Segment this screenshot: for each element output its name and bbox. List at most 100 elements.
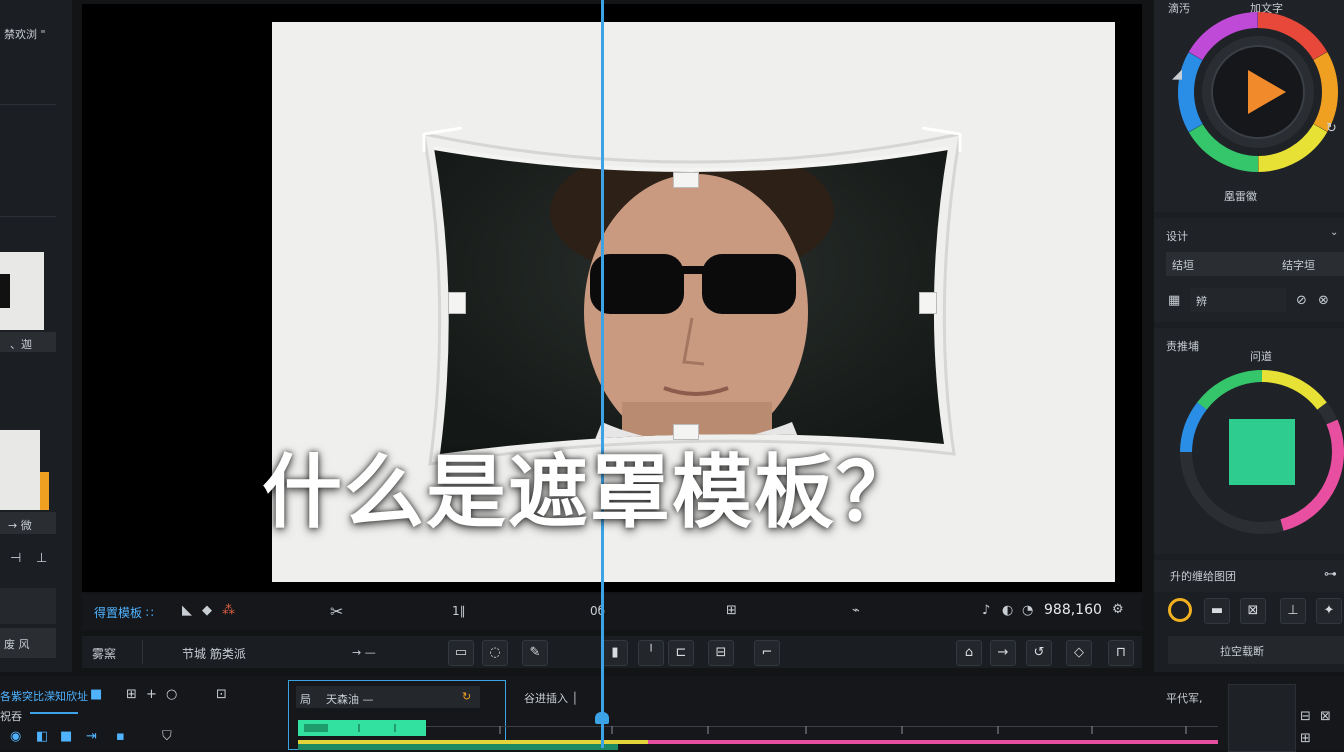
stack-icon[interactable]: ▦ xyxy=(1168,294,1180,307)
left-panel-title: 禁欢浏 " xyxy=(4,28,46,41)
ellipse-mask-button[interactable]: ◌ xyxy=(482,640,508,666)
title-caption: 什么是遮罩模板？ xyxy=(262,446,918,539)
toggle-icon-1[interactable]: ⊘ xyxy=(1296,294,1307,307)
apply-template-button[interactable]: 拉空载断 xyxy=(1168,636,1344,664)
pause-button[interactable]: 1∥ xyxy=(452,604,466,618)
left-tab-label: 废 风 xyxy=(4,638,30,651)
section-label: 谷进插入 │ xyxy=(524,692,579,705)
marker-icon[interactable]: ⊥ xyxy=(36,552,47,565)
row1-left: 结垣 xyxy=(1172,259,1194,272)
settings-title: 设计 xyxy=(1166,230,1188,243)
audio-track-pink[interactable] xyxy=(648,740,1218,744)
left-panel: 禁欢浏 " 、迦 → 微 ⊣ ⊥ 废 风 xyxy=(0,0,72,672)
template-library-title: 升的缠给图团 xyxy=(1170,570,1236,583)
track-lock-icon[interactable]: ■ xyxy=(90,688,102,701)
clip-tab[interactable]: 局 天森油 — ↻ xyxy=(296,686,480,708)
playhead[interactable] xyxy=(601,0,604,748)
settings-icon[interactable]: ⚙ xyxy=(1112,603,1124,616)
color-wheel[interactable] xyxy=(1154,0,1344,200)
align-button[interactable]: ⊟ xyxy=(708,640,734,666)
loop-button[interactable]: ↺ xyxy=(1026,640,1052,666)
audio-wave xyxy=(298,744,618,750)
pen-icon[interactable]: ◣ xyxy=(182,604,192,617)
frame-button-2[interactable]: ⊓ xyxy=(1108,640,1134,666)
bracket-button[interactable]: ⌐ xyxy=(754,640,780,666)
arrow-button[interactable]: → xyxy=(990,640,1016,666)
add-icon[interactable]: + xyxy=(146,688,157,701)
thumbnail-1-label: 、迦 xyxy=(10,338,32,351)
shield-icon[interactable]: ◇ xyxy=(1066,640,1092,666)
left-tab[interactable] xyxy=(0,588,56,624)
track-icon-4[interactable]: ⇥ xyxy=(86,730,97,743)
row2-value: 辨 xyxy=(1196,295,1207,308)
clip-box-icon[interactable]: ⊡ xyxy=(216,688,227,701)
track-icon-6[interactable]: ⛉ xyxy=(162,730,172,743)
row2-field[interactable]: 辨 xyxy=(1190,288,1286,312)
crop-button[interactable]: ⊏ xyxy=(668,640,694,666)
track-icon-5[interactable]: ▪ xyxy=(116,730,125,743)
clip-icon[interactable]: ▮ xyxy=(602,640,628,666)
audio-icon[interactable]: ♪ xyxy=(982,604,990,617)
template-tool-3[interactable]: ⊥ xyxy=(1280,598,1306,624)
eyedropper-icon[interactable]: ◢ xyxy=(1172,68,1182,81)
apply-template-label: 拉空载断 xyxy=(1220,645,1264,658)
volume-icon[interactable]: ◔ xyxy=(1022,604,1033,617)
clip-tab-label: 天森油 — xyxy=(326,693,374,706)
timecode: 988,160 xyxy=(1044,602,1102,618)
video-clip[interactable] xyxy=(298,720,426,736)
mini-tool-1[interactable]: ⊟ xyxy=(1300,710,1311,723)
mask-section-sub: 问道 xyxy=(1250,350,1272,363)
grid-icon[interactable]: ⊞ xyxy=(726,604,737,617)
track-icon-1[interactable]: ◉ xyxy=(10,730,21,743)
cut-icon[interactable]: ✂ xyxy=(330,604,343,620)
reset-icon[interactable]: ↻ xyxy=(1326,122,1337,135)
track-icon-2[interactable]: ◧ xyxy=(36,730,48,743)
track-icon-3[interactable]: ■ xyxy=(60,730,72,743)
toolbar-left-label: 雾窯 xyxy=(92,647,117,661)
mask-ring[interactable] xyxy=(1154,366,1344,546)
marker-button[interactable]: ╵ xyxy=(638,640,664,666)
mask-handle-right[interactable] xyxy=(919,292,937,314)
mini-preview[interactable] xyxy=(1228,684,1296,752)
mini-tool-2[interactable]: ⊠ xyxy=(1320,710,1331,723)
thumbnail-1[interactable] xyxy=(0,252,44,330)
right-panel: 滴汚 加文字 ◢ ↻ 凰雷徽 设计 ⌄ 结垣 结字垣 ▦ 辨 ⊘ ⊗ 责推埔 问… xyxy=(1154,0,1344,672)
settings-row-1[interactable]: 结垣 结字垣 xyxy=(1166,252,1344,276)
arrow-label: → — xyxy=(352,646,376,659)
home-button[interactable]: ⌂ xyxy=(956,640,982,666)
pen-mask-button[interactable]: ✎ xyxy=(522,640,548,666)
record-button[interactable] xyxy=(1168,598,1192,622)
chat-icon[interactable]: ○ xyxy=(166,688,177,701)
template-tool-1[interactable]: ▬ xyxy=(1204,598,1230,624)
drop-icon[interactable]: ◐ xyxy=(1002,604,1013,617)
mask-handle-top[interactable] xyxy=(673,172,699,188)
thumbnail-2[interactable] xyxy=(0,430,49,510)
thumbnail-2-label: → 微 xyxy=(8,519,32,532)
link-icon[interactable]: ⌁ xyxy=(852,604,860,617)
chevron-down-icon[interactable]: ⌄ xyxy=(1330,228,1338,238)
clip-tab-icon[interactable]: ↻ xyxy=(462,691,471,702)
template-tool-4[interactable]: ✦ xyxy=(1316,598,1342,624)
toggle-icon-2[interactable]: ⊗ xyxy=(1318,294,1329,307)
mask-handle-left[interactable] xyxy=(448,292,466,314)
transport-bar: 得置模板 ∷ ◣ ◆ ⁂ ✂ 1∥ 0б ⊞ ⌁ ♪ ◐ ◔ 988,160 ⚙ xyxy=(82,594,1142,630)
mini-tool-3[interactable]: ⊞ xyxy=(1300,732,1311,745)
mask-section-title: 责推埔 xyxy=(1166,340,1199,353)
color-wheel-section: 滴汚 加文字 ◢ ↻ 凰雷徽 xyxy=(1154,0,1344,212)
secondary-toolbar: 雾窯 节城 筋类派 → — ▭ ◌ ✎ ▮ ╵ ⊏ ⊟ ⌐ ⌂ → ↺ ◇ ⊓ xyxy=(82,636,1142,668)
mask-preview-section: 责推埔 问道 xyxy=(1154,328,1344,554)
track-header: 各紫突比溁知欣址 xyxy=(0,690,88,703)
split-icon[interactable]: ⊣ xyxy=(10,552,21,565)
row1-right: 结字垣 xyxy=(1282,259,1315,272)
color-icon[interactable]: ⁂ xyxy=(222,604,235,617)
template-tool-2[interactable]: ⊠ xyxy=(1240,598,1266,624)
settings-section: 设计 ⌄ 结垣 结字垣 ▦ 辨 ⊘ ⊗ xyxy=(1154,218,1344,322)
snap-icon[interactable]: ⊞ xyxy=(126,688,137,701)
diamond-icon[interactable]: ◆ xyxy=(202,604,212,617)
track-sub: 祝吞 xyxy=(0,710,22,723)
wheel-bottom-label: 凰雷徽 xyxy=(1224,190,1257,203)
divider xyxy=(0,104,56,105)
collapse-icon[interactable]: ⊶ xyxy=(1324,568,1337,581)
rect-mask-button[interactable]: ▭ xyxy=(448,640,474,666)
timeline: 各紫突比溁知欣址 ■ 祝吞 ⊞ + ○ ⊡ ◉ ◧ ■ ⇥ ▪ ⛉ 局 天森油 … xyxy=(0,676,1344,752)
